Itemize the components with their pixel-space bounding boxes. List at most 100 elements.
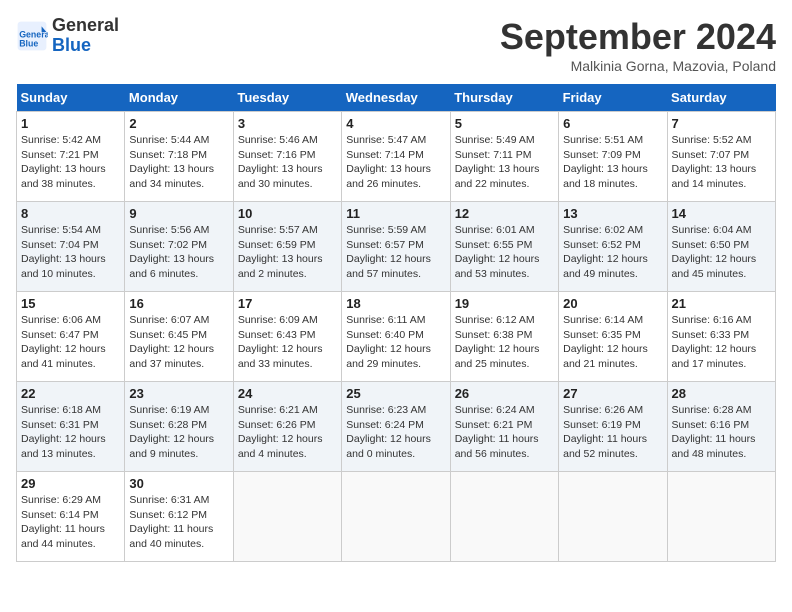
calendar-cell: 13 Sunrise: 6:02 AM Sunset: 6:52 PM Dayli… <box>559 202 667 292</box>
day-number: 5 <box>455 116 554 131</box>
calendar-cell: 8 Sunrise: 5:54 AM Sunset: 7:04 PM Daylig… <box>17 202 125 292</box>
day-number: 14 <box>672 206 771 221</box>
day-info: Sunrise: 6:06 AM Sunset: 6:47 PM Dayligh… <box>21 313 120 372</box>
day-number: 11 <box>346 206 445 221</box>
weekday-header: Wednesday <box>342 84 450 112</box>
day-number: 29 <box>21 476 120 491</box>
day-number: 15 <box>21 296 120 311</box>
day-number: 20 <box>563 296 662 311</box>
logo-icon: General Blue <box>16 20 48 52</box>
calendar-cell: 25Sunrise: 6:23 AM Sunset: 6:24 PM Dayli… <box>342 382 450 472</box>
day-info: Sunrise: 5:51 AM Sunset: 7:09 PM Dayligh… <box>563 133 662 192</box>
day-info: Sunrise: 5:46 AM Sunset: 7:16 PM Dayligh… <box>238 133 337 192</box>
calendar-cell: 10 Sunrise: 5:57 AM Sunset: 6:59 PM Dayli… <box>233 202 341 292</box>
day-number: 6 <box>563 116 662 131</box>
day-info: Sunrise: 6:07 AM Sunset: 6:45 PM Dayligh… <box>129 313 228 372</box>
day-info: Sunrise: 6:29 AM Sunset: 6:14 PM Dayligh… <box>21 493 120 552</box>
day-info: Sunrise: 5:54 AM Sunset: 7:04 PM Dayligh… <box>21 223 120 282</box>
day-info: Sunrise: 5:57 AM Sunset: 6:59 PM Dayligh… <box>238 223 337 282</box>
calendar-week-row: 22 Sunrise: 6:18 AM Sunset: 6:31 PM Dayli… <box>17 382 776 472</box>
day-number: 22 <box>21 386 120 401</box>
day-number: 26 <box>455 386 554 401</box>
calendar-cell: 11 Sunrise: 5:59 AM Sunset: 6:57 PM Dayli… <box>342 202 450 292</box>
day-number: 24 <box>238 386 337 401</box>
calendar-cell: 14 Sunrise: 6:04 AM Sunset: 6:50 PM Dayli… <box>667 202 775 292</box>
calendar-cell: 19 Sunrise: 6:12 AM Sunset: 6:38 PM Dayli… <box>450 292 558 382</box>
day-number: 17 <box>238 296 337 311</box>
day-info: Sunrise: 6:09 AM Sunset: 6:43 PM Dayligh… <box>238 313 337 372</box>
day-info: Sunrise: 6:26 AM Sunset: 6:19 PM Dayligh… <box>563 403 662 462</box>
location: Malkinia Gorna, Mazovia, Poland <box>500 58 776 74</box>
day-number: 10 <box>238 206 337 221</box>
calendar-week-row: 1Sunrise: 5:42 AM Sunset: 7:21 PM Daylig… <box>17 112 776 202</box>
day-number: 16 <box>129 296 228 311</box>
weekday-header: Saturday <box>667 84 775 112</box>
calendar-week-row: 29 Sunrise: 6:29 AM Sunset: 6:14 PM Dayli… <box>17 472 776 562</box>
calendar-cell <box>233 472 341 562</box>
calendar-cell: 27 Sunrise: 6:26 AM Sunset: 6:19 PM Dayli… <box>559 382 667 472</box>
calendar-cell: 1Sunrise: 5:42 AM Sunset: 7:21 PM Daylig… <box>17 112 125 202</box>
day-number: 23 <box>129 386 228 401</box>
calendar-cell: 5Sunrise: 5:49 AM Sunset: 7:11 PM Daylig… <box>450 112 558 202</box>
day-number: 4 <box>346 116 445 131</box>
day-number: 12 <box>455 206 554 221</box>
day-number: 27 <box>563 386 662 401</box>
logo-text: General Blue <box>52 16 119 56</box>
calendar-week-row: 8 Sunrise: 5:54 AM Sunset: 7:04 PM Daylig… <box>17 202 776 292</box>
logo: General Blue General Blue <box>16 16 119 56</box>
weekday-header: Thursday <box>450 84 558 112</box>
day-info: Sunrise: 6:18 AM Sunset: 6:31 PM Dayligh… <box>21 403 120 462</box>
day-number: 9 <box>129 206 228 221</box>
calendar-cell: 16 Sunrise: 6:07 AM Sunset: 6:45 PM Dayli… <box>125 292 233 382</box>
day-number: 13 <box>563 206 662 221</box>
day-info: Sunrise: 5:56 AM Sunset: 7:02 PM Dayligh… <box>129 223 228 282</box>
day-info: Sunrise: 5:44 AM Sunset: 7:18 PM Dayligh… <box>129 133 228 192</box>
day-info: Sunrise: 6:11 AM Sunset: 6:40 PM Dayligh… <box>346 313 445 372</box>
calendar-cell: 4 Sunrise: 5:47 AM Sunset: 7:14 PM Daylig… <box>342 112 450 202</box>
day-info: Sunrise: 5:52 AM Sunset: 7:07 PM Dayligh… <box>672 133 771 192</box>
day-info: Sunrise: 6:01 AM Sunset: 6:55 PM Dayligh… <box>455 223 554 282</box>
day-info: Sunrise: 6:31 AM Sunset: 6:12 PM Dayligh… <box>129 493 228 552</box>
calendar-cell: 21Sunrise: 6:16 AM Sunset: 6:33 PM Dayli… <box>667 292 775 382</box>
calendar-cell <box>667 472 775 562</box>
title-block: September 2024 Malkinia Gorna, Mazovia, … <box>500 16 776 74</box>
calendar-week-row: 15 Sunrise: 6:06 AM Sunset: 6:47 PM Dayli… <box>17 292 776 382</box>
day-number: 7 <box>672 116 771 131</box>
day-number: 1 <box>21 116 120 131</box>
calendar-cell: 7 Sunrise: 5:52 AM Sunset: 7:07 PM Daylig… <box>667 112 775 202</box>
day-info: Sunrise: 6:21 AM Sunset: 6:26 PM Dayligh… <box>238 403 337 462</box>
day-number: 18 <box>346 296 445 311</box>
weekday-header: Friday <box>559 84 667 112</box>
calendar-cell: 6 Sunrise: 5:51 AM Sunset: 7:09 PM Daylig… <box>559 112 667 202</box>
day-info: Sunrise: 6:24 AM Sunset: 6:21 PM Dayligh… <box>455 403 554 462</box>
month-title: September 2024 <box>500 16 776 58</box>
page-header: General Blue General Blue September 2024… <box>16 16 776 74</box>
calendar-cell: 28 Sunrise: 6:28 AM Sunset: 6:16 PM Dayli… <box>667 382 775 472</box>
calendar-header-row: SundayMondayTuesdayWednesdayThursdayFrid… <box>17 84 776 112</box>
calendar-cell <box>342 472 450 562</box>
day-info: Sunrise: 6:28 AM Sunset: 6:16 PM Dayligh… <box>672 403 771 462</box>
day-number: 19 <box>455 296 554 311</box>
calendar-cell: 20Sunrise: 6:14 AM Sunset: 6:35 PM Dayli… <box>559 292 667 382</box>
weekday-header: Monday <box>125 84 233 112</box>
calendar-cell: 12 Sunrise: 6:01 AM Sunset: 6:55 PM Dayli… <box>450 202 558 292</box>
calendar-cell: 15 Sunrise: 6:06 AM Sunset: 6:47 PM Dayli… <box>17 292 125 382</box>
day-number: 8 <box>21 206 120 221</box>
calendar-cell: 18 Sunrise: 6:11 AM Sunset: 6:40 PM Dayli… <box>342 292 450 382</box>
day-info: Sunrise: 6:23 AM Sunset: 6:24 PM Dayligh… <box>346 403 445 462</box>
day-number: 2 <box>129 116 228 131</box>
day-info: Sunrise: 5:59 AM Sunset: 6:57 PM Dayligh… <box>346 223 445 282</box>
day-info: Sunrise: 6:04 AM Sunset: 6:50 PM Dayligh… <box>672 223 771 282</box>
day-info: Sunrise: 6:19 AM Sunset: 6:28 PM Dayligh… <box>129 403 228 462</box>
calendar-cell <box>559 472 667 562</box>
day-info: Sunrise: 6:02 AM Sunset: 6:52 PM Dayligh… <box>563 223 662 282</box>
calendar-cell: 3Sunrise: 5:46 AM Sunset: 7:16 PM Daylig… <box>233 112 341 202</box>
svg-text:Blue: Blue <box>19 38 38 48</box>
calendar-cell: 24 Sunrise: 6:21 AM Sunset: 6:26 PM Dayli… <box>233 382 341 472</box>
day-number: 28 <box>672 386 771 401</box>
weekday-header: Tuesday <box>233 84 341 112</box>
calendar-table: SundayMondayTuesdayWednesdayThursdayFrid… <box>16 84 776 562</box>
calendar-cell: 17 Sunrise: 6:09 AM Sunset: 6:43 PM Dayli… <box>233 292 341 382</box>
day-info: Sunrise: 6:12 AM Sunset: 6:38 PM Dayligh… <box>455 313 554 372</box>
day-info: Sunrise: 5:47 AM Sunset: 7:14 PM Dayligh… <box>346 133 445 192</box>
